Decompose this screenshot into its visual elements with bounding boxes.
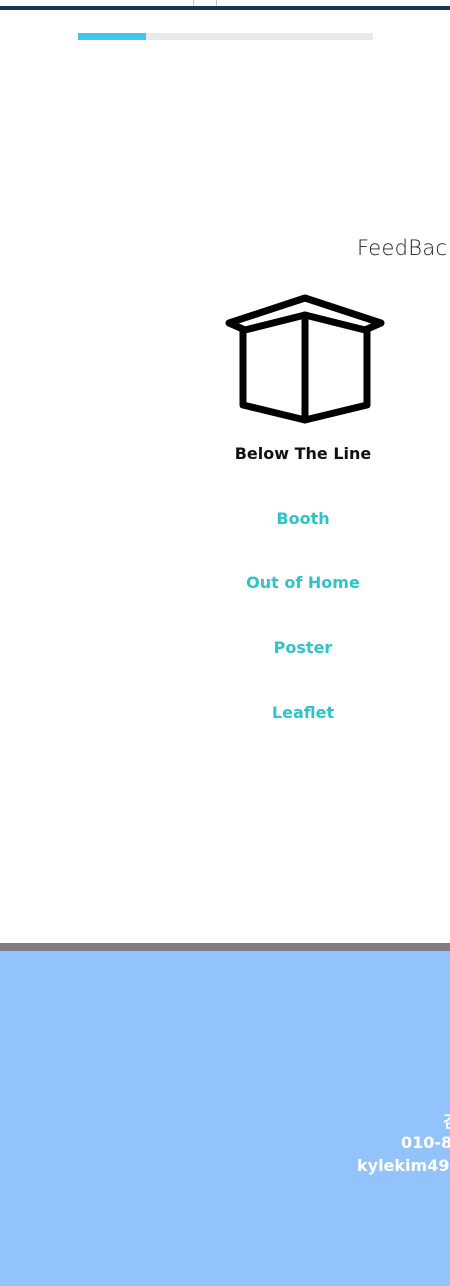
footer-divider — [0, 943, 450, 951]
menu-item-leaflet[interactable]: Leaflet — [153, 702, 450, 724]
page: FeedBack Below The Line Booth Out of Hom… — [0, 0, 450, 1286]
footer-contact-email[interactable]: kylekim49 — [357, 1155, 450, 1177]
top-navigation-bar — [0, 0, 450, 10]
nav-divider — [193, 0, 194, 6]
box-icon — [225, 294, 385, 424]
category-title: Below The Line — [234, 444, 372, 463]
footer-contact-phone: 010-8 — [401, 1133, 450, 1152]
footer — [0, 951, 450, 1286]
scroll-progress-bar — [78, 33, 373, 40]
menu-item-booth[interactable]: Booth — [153, 508, 450, 530]
scroll-progress-fill — [78, 33, 146, 40]
nav-divider — [216, 0, 217, 6]
footer-contact-name: 김 — [443, 1111, 450, 1133]
menu-item-out-of-home[interactable]: Out of Home — [153, 572, 450, 594]
menu-item-poster[interactable]: Poster — [153, 637, 450, 659]
feedback-link[interactable]: FeedBack — [357, 235, 450, 261]
